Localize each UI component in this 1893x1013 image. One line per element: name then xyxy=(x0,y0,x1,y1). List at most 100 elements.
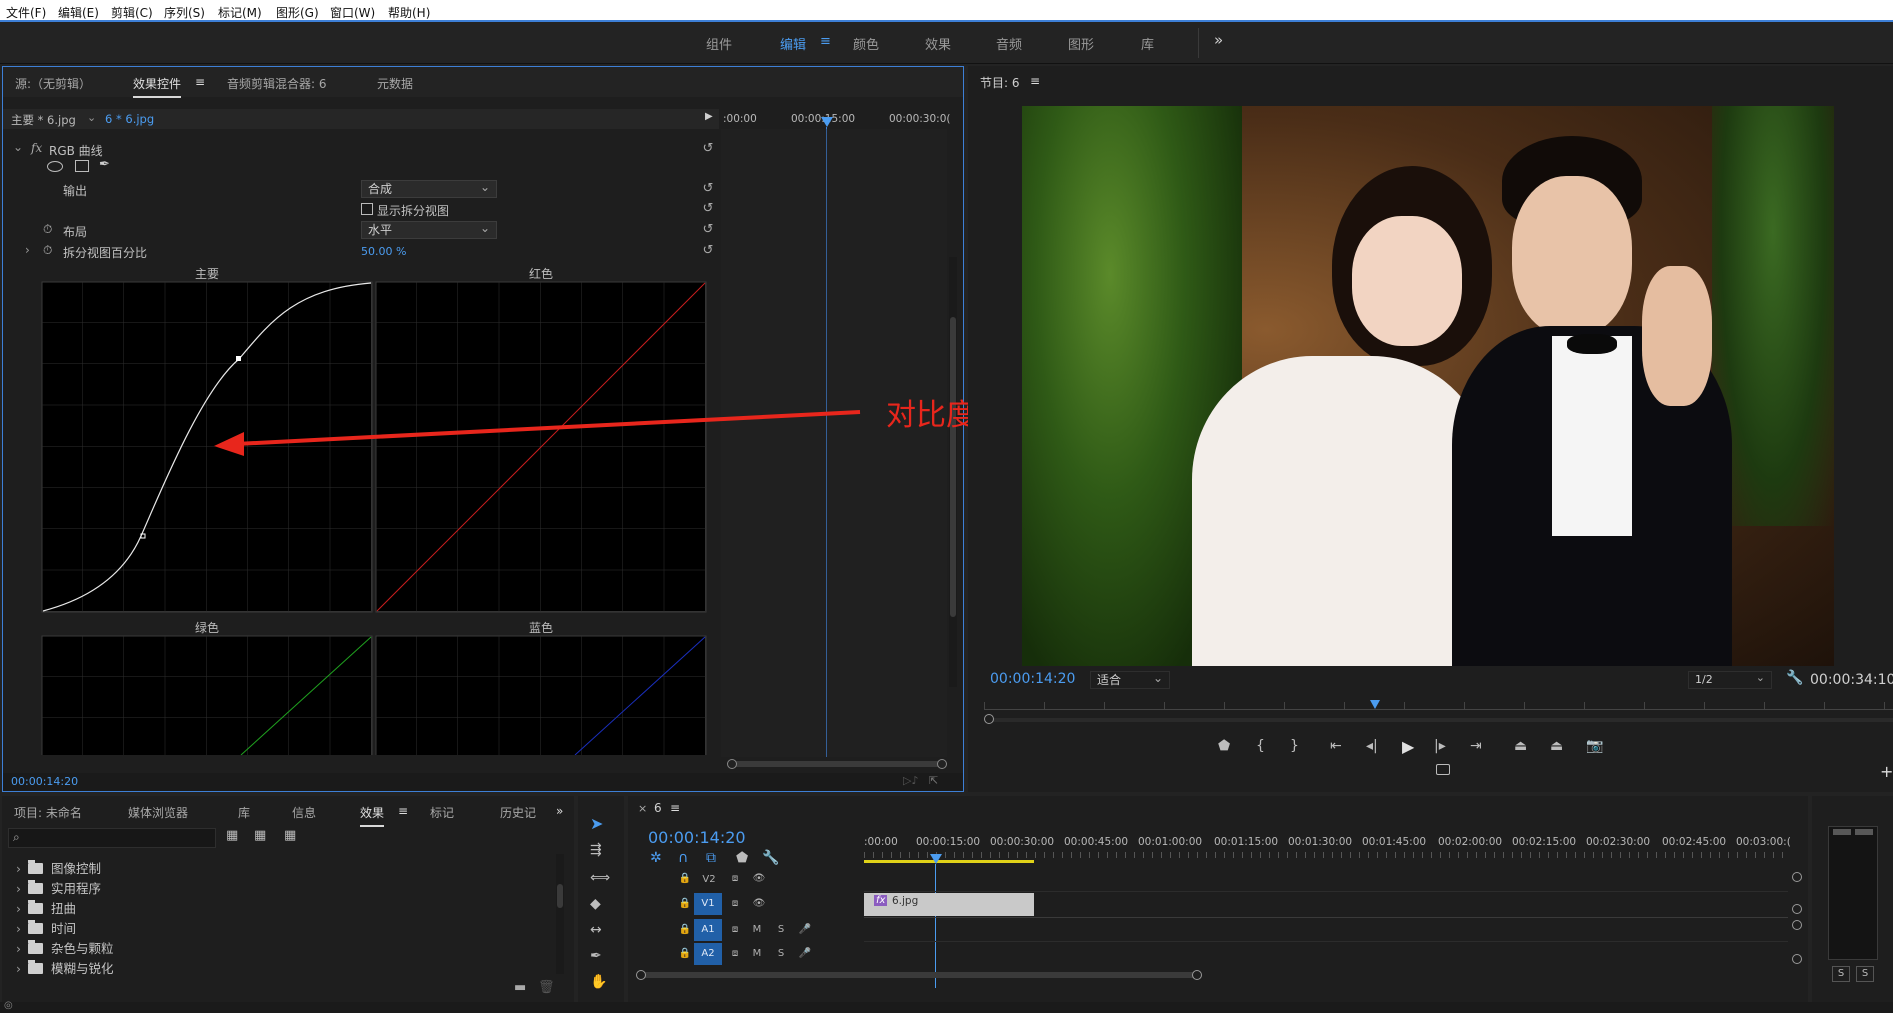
folder-item[interactable]: › 扭曲 xyxy=(16,898,76,917)
ec-vertical-scrollbar[interactable] xyxy=(949,257,957,687)
ec-timeline-ruler[interactable]: :00:00 00:00:15:00 00:00:30:0( xyxy=(721,109,950,129)
wrench-icon[interactable]: 🔧 xyxy=(1786,670,1803,686)
play-icon[interactable]: ▶ xyxy=(1402,737,1414,756)
step-forward-icon[interactable]: |▸ xyxy=(1434,738,1446,754)
ec-scroll-handle[interactable] xyxy=(727,759,737,769)
expand-chevron-icon[interactable]: › xyxy=(16,881,28,896)
sync-lock-icon[interactable]: ⧈ xyxy=(724,945,746,963)
expand-chevron-icon[interactable]: › xyxy=(16,901,28,916)
nest-icon[interactable]: ✲ xyxy=(650,850,662,866)
tab-libraries[interactable]: 库 xyxy=(238,804,250,821)
menu-sequence[interactable]: 序列(S) xyxy=(164,4,205,21)
tabs-overflow-icon[interactable]: » xyxy=(556,804,563,818)
mute-icon[interactable]: M xyxy=(746,945,768,963)
eye-icon[interactable]: 👁 xyxy=(748,895,770,913)
split-percent-value[interactable]: 50.00 % xyxy=(361,245,406,258)
menu-edit[interactable]: 编辑(E) xyxy=(58,4,99,21)
program-playhead-icon[interactable] xyxy=(1370,700,1380,709)
tab-metadata[interactable]: 元数据 xyxy=(377,75,413,92)
program-zoom-bar[interactable] xyxy=(990,718,1893,722)
folder-item[interactable]: › 实用程序 xyxy=(16,878,101,897)
track-lanes[interactable] xyxy=(864,868,1788,966)
export-frame-icon[interactable]: 📷 xyxy=(1586,738,1603,754)
timeline-horizontal-scrollbar[interactable] xyxy=(638,972,1198,978)
program-video-frame[interactable] xyxy=(1022,106,1834,666)
eye-icon[interactable]: 👁 xyxy=(748,870,770,888)
sync-lock-icon[interactable]: ⧈ xyxy=(724,870,746,888)
output-dropdown[interactable]: 合成 xyxy=(361,179,497,198)
tab-info[interactable]: 信息 xyxy=(292,804,316,821)
effects-scrollbar[interactable] xyxy=(556,854,564,974)
reset-icon[interactable]: ↺ xyxy=(701,202,715,216)
tab-media-browser[interactable]: 媒体浏览器 xyxy=(128,804,188,821)
menu-window[interactable]: 窗口(W) xyxy=(330,4,375,21)
track-name[interactable]: A2 xyxy=(694,943,722,965)
go-to-out-icon[interactable]: ⇥ xyxy=(1470,738,1482,754)
fx-badge[interactable]: fx xyxy=(31,141,42,155)
expand-chevron-icon[interactable]: › xyxy=(25,243,30,257)
mark-out-icon[interactable]: } xyxy=(1290,738,1299,754)
ec-timecode[interactable]: 00:00:14:20 xyxy=(11,775,78,788)
workspace-tab-graphics[interactable]: 图形 xyxy=(1068,34,1094,53)
folder-item[interactable]: › 模糊与锐化 xyxy=(16,958,114,977)
tab-audio-clip-mixer[interactable]: 音频剪辑混合器: 6 xyxy=(227,75,327,92)
comparison-view-icon[interactable] xyxy=(1436,764,1450,775)
program-zoom-handle[interactable] xyxy=(984,714,994,724)
workspace-tab-assembly[interactable]: 组件 xyxy=(706,34,732,53)
yuv-effects-icon[interactable]: ▦ xyxy=(284,828,296,843)
tab-history[interactable]: 历史记 xyxy=(500,804,536,821)
folder-item[interactable]: › 时间 xyxy=(16,918,76,937)
sync-lock-icon[interactable]: ⧈ xyxy=(724,895,746,913)
razor-tool-icon[interactable]: ◆ xyxy=(590,896,601,912)
work-area-bar[interactable] xyxy=(864,860,1034,863)
accelerated-effects-icon[interactable]: ▦ xyxy=(226,828,238,843)
workspace-tab-editing[interactable]: 编辑 xyxy=(780,34,806,53)
go-to-in-icon[interactable]: ⇤ xyxy=(1330,738,1342,754)
menu-help[interactable]: 帮助(H) xyxy=(388,4,430,21)
add-button-icon[interactable]: + xyxy=(1880,762,1893,781)
solo-button[interactable]: S xyxy=(1832,966,1850,982)
curve-point[interactable] xyxy=(236,356,241,361)
mark-in-icon[interactable]: { xyxy=(1256,738,1265,754)
timeline-zoom-handle[interactable] xyxy=(636,970,646,980)
ec-scroll-thumb[interactable] xyxy=(950,317,956,617)
master-curve-graph[interactable] xyxy=(41,281,373,613)
pen-tool-icon[interactable]: ✒ xyxy=(590,948,602,964)
ec-horizontal-scrollbar[interactable] xyxy=(729,761,943,767)
effects-menu-icon[interactable]: ≡ xyxy=(398,804,408,818)
sequence-menu-icon[interactable]: ≡ xyxy=(670,801,680,815)
add-marker-icon[interactable]: ⬟ xyxy=(1218,738,1230,754)
mic-icon[interactable]: 🎤 xyxy=(794,921,816,939)
reset-icon[interactable]: ↺ xyxy=(701,182,715,196)
workspace-overflow-icon[interactable]: » xyxy=(1214,31,1223,49)
linked-selection-icon[interactable]: ⧉ xyxy=(706,850,716,866)
expand-chevron-icon[interactable]: › xyxy=(16,921,28,936)
timeline-clip[interactable]: fx 6.jpg xyxy=(864,893,1034,916)
solo-button[interactable]: S xyxy=(1856,966,1874,982)
stopwatch-icon[interactable]: ⏱ xyxy=(43,222,52,237)
extract-icon[interactable]: ⏏ xyxy=(1550,738,1563,754)
selection-tool-icon[interactable]: ➤ xyxy=(590,814,603,833)
ripple-edit-tool-icon[interactable]: ⟺ xyxy=(590,870,610,886)
tab-markers[interactable]: 标记 xyxy=(430,804,454,821)
resolution-dropdown[interactable]: 1/2 xyxy=(1688,670,1772,689)
expand-chevron-icon[interactable]: › xyxy=(16,941,28,956)
timeline-timecode[interactable]: 00:00:14:20 xyxy=(648,828,746,847)
lift-icon[interactable]: ⏏ xyxy=(1514,738,1527,754)
new-bin-icon[interactable]: ▬ xyxy=(514,980,526,995)
tab-effects[interactable]: 效果 xyxy=(360,804,385,827)
lock-icon[interactable]: 🔒 xyxy=(674,945,696,963)
timeline-playhead-icon[interactable] xyxy=(930,854,942,864)
effects-search-input[interactable]: ⌕ xyxy=(8,828,216,848)
close-sequence-icon[interactable]: × xyxy=(638,802,647,815)
mic-icon[interactable]: 🎤 xyxy=(794,945,816,963)
32bit-effects-icon[interactable]: ▦ xyxy=(254,828,266,843)
program-monitor-title[interactable]: 节目: 6 xyxy=(980,74,1020,91)
clip-chevron-icon[interactable]: ⌄ xyxy=(87,111,96,124)
reset-icon[interactable]: ↺ xyxy=(701,142,715,156)
lock-icon[interactable]: 🔒 xyxy=(674,895,696,913)
export-icon[interactable]: ⇱ xyxy=(929,774,938,787)
pen-mask-icon[interactable]: ✒ xyxy=(99,157,110,172)
reset-icon[interactable]: ↺ xyxy=(701,223,715,237)
play-only-icon[interactable]: ▶ xyxy=(705,111,713,122)
